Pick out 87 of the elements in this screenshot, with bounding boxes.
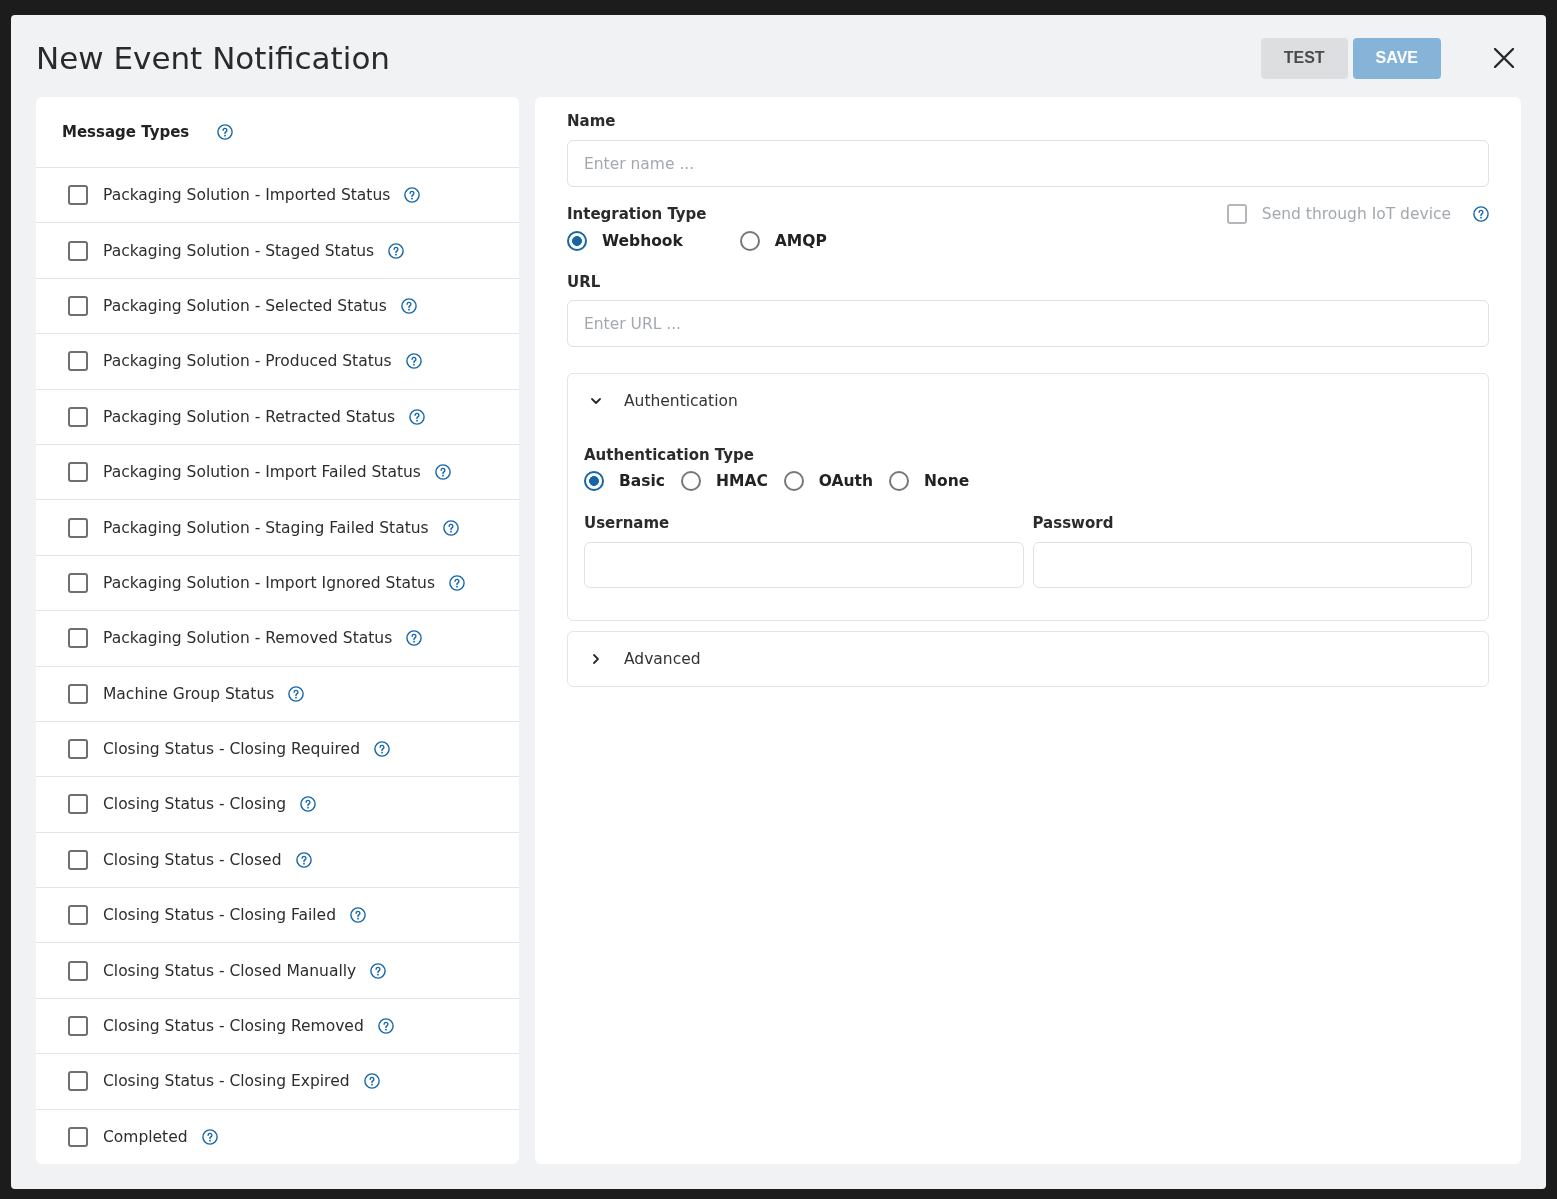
radio-button[interactable] xyxy=(739,231,760,251)
message-type-label: Packaging Solution - Produced Status xyxy=(103,352,392,371)
message-type-label: Packaging Solution - Imported Status xyxy=(103,186,391,205)
input-field[interactable] xyxy=(1032,542,1472,588)
option-label: HMAC xyxy=(716,472,768,490)
message-type-label: Closing Status - Closed Manually xyxy=(103,961,357,980)
help-icon[interactable] xyxy=(1473,206,1489,222)
url-input[interactable]: Enter URL ... xyxy=(567,300,1489,347)
field-label: Username xyxy=(584,513,671,533)
message-type-label: Closing Status - Closed xyxy=(103,850,282,869)
message-type-label: Closing Status - Closing Expired xyxy=(103,1072,350,1091)
checkbox[interactable] xyxy=(68,351,88,372)
radio-button[interactable] xyxy=(783,471,804,491)
help-icon[interactable] xyxy=(400,297,417,314)
help-icon[interactable] xyxy=(377,1018,394,1035)
field-label: URL xyxy=(567,272,602,292)
message-type-label: Packaging Solution - Import Ignored Status xyxy=(103,573,435,592)
help-icon[interactable] xyxy=(406,630,423,647)
help-icon[interactable] xyxy=(388,242,405,259)
checkbox[interactable] xyxy=(68,1071,88,1092)
option-label: Webhook xyxy=(602,232,683,250)
radio-button[interactable] xyxy=(584,471,604,491)
message-type-label: Closing Status - Closing Required xyxy=(103,740,360,759)
name-input[interactable]: Enter name ... xyxy=(567,140,1489,187)
section-header[interactable]: Advanced xyxy=(568,632,1488,686)
help-icon[interactable] xyxy=(442,519,459,536)
help-icon[interactable] xyxy=(370,962,387,979)
option-label: Basic xyxy=(619,472,665,490)
chevron-down-icon xyxy=(590,395,602,407)
help-icon[interactable] xyxy=(434,464,451,481)
message-type-label: Packaging Solution - Removed Status xyxy=(103,629,393,648)
help-icon[interactable] xyxy=(350,907,366,924)
message-type-label: Packaging Solution - Import Failed Status xyxy=(103,463,421,482)
checkbox[interactable] xyxy=(68,905,88,926)
field-label: Integration Type xyxy=(567,204,708,224)
help-icon[interactable] xyxy=(405,353,422,370)
checkbox[interactable] xyxy=(68,628,88,649)
help-icon[interactable] xyxy=(409,408,426,425)
message-type-label: Closing Status - Closing Failed xyxy=(103,906,336,925)
message-type-label: Packaging Solution - Selected Status xyxy=(103,296,387,315)
checkbox[interactable] xyxy=(68,960,88,981)
panel-title: Message Types xyxy=(62,123,190,141)
radio-button[interactable] xyxy=(889,471,910,491)
radio-button[interactable] xyxy=(567,231,587,251)
radio-button[interactable] xyxy=(681,471,701,491)
help-icon[interactable] xyxy=(363,1073,380,1090)
field-label: Authentication Type xyxy=(584,445,755,465)
close-icon xyxy=(1494,48,1514,68)
input-field[interactable] xyxy=(584,542,1024,588)
help-icon[interactable] xyxy=(201,1128,218,1145)
option-label: OAuth xyxy=(818,472,874,490)
help-icon[interactable] xyxy=(404,187,421,204)
option-label: AMQP xyxy=(774,232,827,250)
checkbox[interactable] xyxy=(68,1016,88,1037)
help-icon[interactable] xyxy=(217,124,234,140)
checkbox[interactable] xyxy=(68,185,88,206)
checkbox[interactable] xyxy=(68,517,88,538)
test-button[interactable]: TEST xyxy=(1260,37,1348,79)
help-icon[interactable] xyxy=(295,851,312,868)
checkbox[interactable] xyxy=(68,1126,88,1147)
checkbox[interactable] xyxy=(68,240,88,261)
help-icon[interactable] xyxy=(300,796,317,813)
option-label: None xyxy=(924,472,970,490)
checkbox[interactable] xyxy=(68,462,88,483)
message-type-label: Packaging Solution - Staging Failed Status xyxy=(103,518,429,537)
message-type-label: Packaging Solution - Staged Status xyxy=(103,241,375,260)
message-type-label: Machine Group Status xyxy=(103,684,275,703)
message-type-label: Completed xyxy=(103,1127,188,1146)
chevron-right-icon xyxy=(590,653,602,665)
message-type-label: Packaging Solution - Retracted Status xyxy=(103,407,396,426)
checkbox[interactable] xyxy=(68,683,88,704)
checkbox[interactable] xyxy=(68,849,88,870)
help-icon[interactable] xyxy=(288,685,305,702)
field-label: Password xyxy=(1032,513,1115,533)
message-type-label: Closing Status - Closing xyxy=(103,795,287,814)
field-label: Name xyxy=(567,111,617,131)
checkbox[interactable] xyxy=(68,406,88,427)
help-icon[interactable] xyxy=(449,574,465,591)
checkbox[interactable] xyxy=(68,794,88,815)
checkbox[interactable] xyxy=(68,295,88,316)
checkbox[interactable] xyxy=(68,739,88,760)
checkbox-label: Send through IoT device xyxy=(1261,205,1451,223)
help-icon[interactable] xyxy=(374,741,390,758)
message-type-label: Closing Status - Closing Removed xyxy=(103,1017,364,1036)
checkbox[interactable] xyxy=(68,572,88,593)
section-header[interactable]: Authentication xyxy=(568,374,1488,428)
dialog-title: New Event Notification xyxy=(36,39,391,78)
